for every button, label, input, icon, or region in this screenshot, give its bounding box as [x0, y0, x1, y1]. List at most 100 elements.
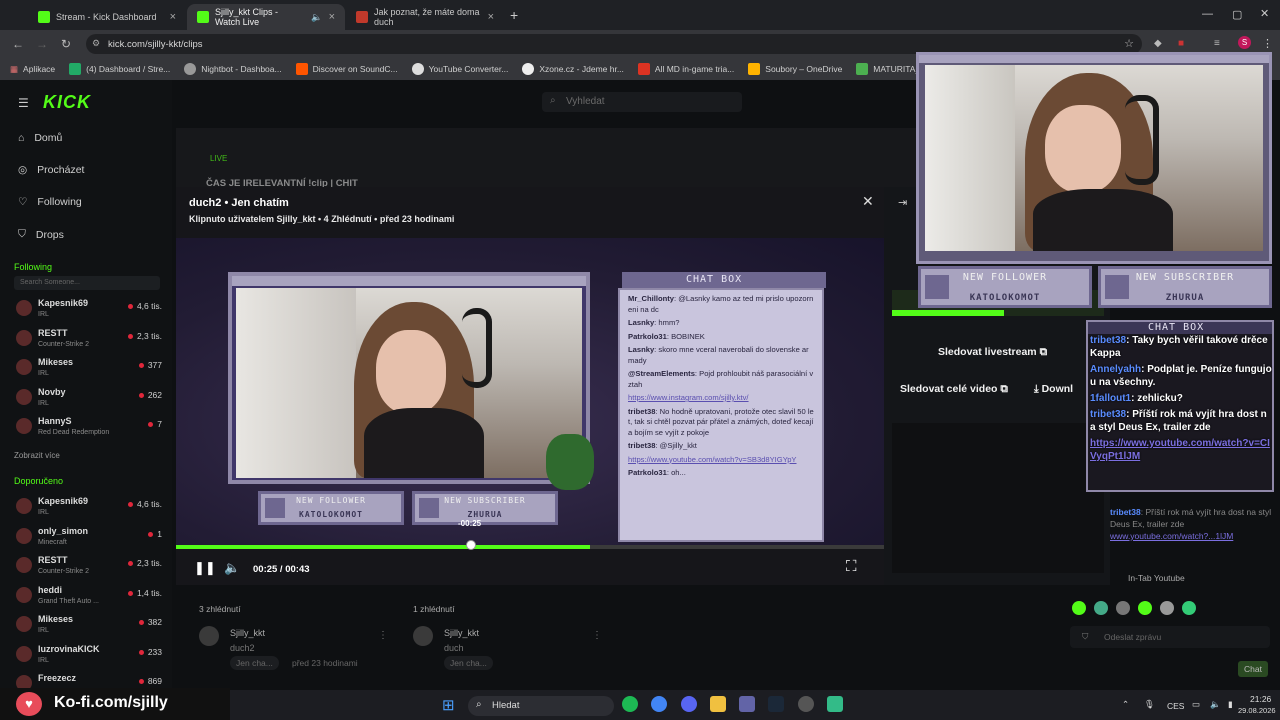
clip-author[interactable]: Sjilly_kkt	[444, 628, 479, 638]
chat-message-input[interactable]: ⛉ Odeslat zprávu	[1070, 626, 1270, 648]
clip-author[interactable]: Sjilly_kkt	[230, 628, 265, 638]
following-search-input[interactable]: Search Someone...	[14, 276, 160, 290]
bookmark-item[interactable]: All MD in-game tria...	[637, 63, 734, 75]
back-icon[interactable]: ←	[6, 37, 30, 51]
download-button[interactable]: ⤓ Downl	[1034, 383, 1073, 396]
close-tab-icon[interactable]: ×	[329, 11, 335, 23]
menu-dots-icon[interactable]: ⋮	[1262, 37, 1273, 50]
sidebar-channel[interactable]: Mikeses IRL 382	[14, 612, 164, 640]
reload-icon[interactable]: ↻	[54, 37, 78, 51]
app-icon[interactable]	[827, 696, 843, 712]
tray-chevron-icon[interactable]: ⌃	[1122, 699, 1129, 710]
media-icon[interactable]: ≡	[1214, 38, 1220, 49]
spotify-icon[interactable]	[622, 696, 638, 712]
close-modal-icon[interactable]: ✕	[862, 193, 874, 210]
tab-sjilly-clips[interactable]: Sjilly_kkt Clips - Watch Live 🔈 ×	[187, 4, 345, 30]
chat-link[interactable]: https://www.instagram.com/sjilly.ktv/	[628, 393, 749, 402]
obs-icon[interactable]	[798, 696, 814, 712]
follow-livestream-button[interactable]: Sledovat livestream ⧉	[938, 346, 1047, 359]
chat-username[interactable]: tribet38	[1090, 409, 1126, 420]
chat-username[interactable]: Patrkolo31	[628, 468, 667, 477]
nav-following[interactable]: ♡ Following	[18, 196, 82, 208]
collapse-chat-icon[interactable]: ⇥	[898, 196, 907, 209]
network-icon[interactable]: ▭	[1192, 699, 1200, 710]
chat-link[interactable]: www.youtube.com/watch?...1lJM	[1110, 531, 1233, 541]
nav-drops[interactable]: ⛉ Drops	[18, 228, 64, 241]
bookmark-item[interactable]: Soubory – OneDrive	[748, 63, 842, 75]
close-window-icon[interactable]: ✕	[1260, 7, 1269, 20]
extension-red-icon[interactable]: ■	[1178, 38, 1184, 49]
speaker-icon[interactable]: 🔈	[311, 12, 322, 23]
bookmark-star-icon[interactable]: ☆	[1124, 37, 1134, 50]
fullscreen-icon[interactable]: ⛶	[846, 558, 857, 575]
profile-avatar[interactable]: S	[1238, 36, 1251, 49]
kick-logo[interactable]: KICK	[43, 92, 91, 113]
more-options-icon[interactable]: ⋮	[378, 630, 388, 641]
hamburger-menu-icon[interactable]: ☰	[18, 96, 29, 110]
teams-icon[interactable]	[739, 696, 755, 712]
emote-icon[interactable]	[1138, 601, 1152, 615]
nav-browse[interactable]: ◎ Procházet	[18, 164, 84, 176]
chat-username[interactable]: tribet38	[1090, 335, 1126, 346]
chat-username[interactable]: Patrkolo31	[628, 332, 667, 341]
bookmark-apps[interactable]: ▦ Aplikace	[10, 64, 55, 75]
maximize-icon[interactable]: ▢	[1232, 8, 1242, 21]
chat-link[interactable]: https://www.youtube.com/watch?v=SB3d8YIG…	[628, 455, 797, 464]
category-tag[interactable]: Jen cha...	[444, 656, 493, 670]
sidebar-channel[interactable]: RESTT Counter-Strike 2 2,3 tis.	[14, 326, 164, 354]
taskbar-search[interactable]: ⌕ Hledat	[468, 696, 614, 716]
battery-icon[interactable]: ▮	[1228, 699, 1233, 710]
chat-username[interactable]: Lasnky	[628, 318, 654, 327]
avatar[interactable]	[199, 626, 219, 646]
chat-username[interactable]: Lasnky	[628, 345, 654, 354]
sidebar-channel[interactable]: RESTT Counter-Strike 2 2,3 tis.	[14, 553, 164, 581]
sidebar-channel[interactable]: Mikeses IRL 377	[14, 355, 164, 383]
sidebar-channel[interactable]: heddi Grand Theft Auto ... 1,4 tis.	[14, 583, 164, 611]
steam-icon[interactable]	[768, 696, 784, 712]
clock-time[interactable]: 21:26	[1250, 694, 1271, 704]
windows-start-icon[interactable]: ⊞	[442, 696, 455, 714]
url-field[interactable]: ⚙ kick.com/sjilly-kkt/clips ☆	[86, 34, 1142, 54]
discord-icon[interactable]	[681, 696, 697, 712]
volume-icon[interactable]: 🔈	[1210, 699, 1221, 710]
new-tab-icon[interactable]: +	[510, 7, 518, 23]
close-tab-icon[interactable]: ×	[488, 11, 494, 23]
chat-username[interactable]: tribet38	[628, 441, 655, 450]
sidebar-channel[interactable]: Novby IRL 262	[14, 385, 164, 413]
nav-home[interactable]: ⌂ Domů	[18, 132, 62, 144]
site-info-icon[interactable]: ⚙	[92, 38, 100, 49]
chat-username[interactable]: Annelyahh	[1090, 364, 1141, 375]
folder-icon[interactable]	[710, 696, 726, 712]
extension-icon[interactable]: ◆	[1154, 38, 1162, 49]
tab-ghost-article[interactable]: Jak poznat, že máte doma duch ×	[346, 4, 504, 30]
microphone-icon[interactable]: 🎙	[1144, 699, 1155, 710]
site-search-input[interactable]: ⌕ Vyhledat	[542, 92, 742, 112]
minimize-icon[interactable]: —	[1202, 8, 1213, 20]
close-tab-icon[interactable]: ×	[170, 11, 176, 23]
forward-icon[interactable]: →	[30, 37, 54, 51]
category-tag[interactable]: Jen cha...	[230, 656, 279, 670]
clip-video[interactable]: NEW FOLLOWER KATOLOKOMOT NEW SUBSCRIBER …	[176, 238, 884, 546]
sidebar-channel[interactable]: only_simon Minecraft 1	[14, 524, 164, 552]
language-indicator[interactable]: CES	[1167, 701, 1184, 711]
bookmark-item[interactable]: Nightbot - Dashboa...	[184, 63, 282, 75]
tab-kick-dashboard[interactable]: Stream - Kick Dashboard ×	[28, 4, 186, 30]
chrome-icon[interactable]	[651, 696, 667, 712]
chat-link[interactable]: https://www.youtube.com/watch?v=CIVyqPt1…	[1090, 438, 1270, 462]
bookmark-item[interactable]: Discover on SoundC...	[295, 63, 398, 75]
sidebar-channel[interactable]: Kapesnik69 IRL 4,6 tis.	[14, 296, 164, 324]
show-more-link[interactable]: Zobrazit více	[14, 451, 60, 460]
avatar[interactable]	[413, 626, 433, 646]
bookmark-item[interactable]: Xzone.cz - Jdeme hr...	[522, 63, 624, 75]
sidebar-channel[interactable]: luzrovinaKICK IRL 233	[14, 642, 164, 670]
emote-icon[interactable]	[1182, 601, 1196, 615]
chat-username[interactable]: 1fallout1	[1090, 393, 1131, 404]
volume-icon[interactable]: 🔈	[224, 560, 240, 576]
scrub-handle[interactable]	[466, 540, 476, 550]
emote-icon[interactable]	[1094, 601, 1108, 615]
sidebar-channel[interactable]: HannyS Red Dead Redemption 7	[14, 414, 164, 442]
chat-username[interactable]: Mr_Chillonty	[628, 294, 674, 303]
emote-icon[interactable]	[1116, 601, 1130, 615]
chat-username[interactable]: tribet38	[628, 407, 655, 416]
bookmark-item[interactable]: (4) Dashboard / Stre...	[69, 63, 170, 75]
